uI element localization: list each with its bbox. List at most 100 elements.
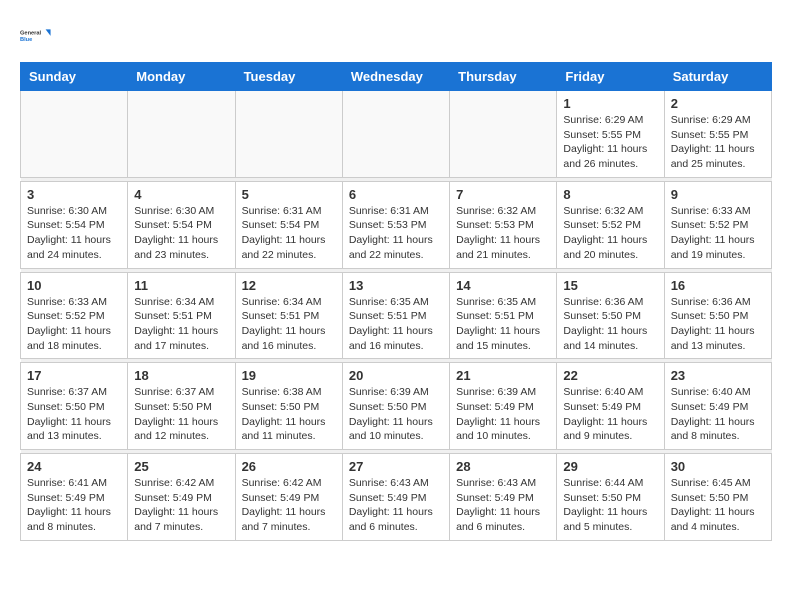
- calendar-cell: 15 Sunrise: 6:36 AM Sunset: 5:50 PM Dayli…: [557, 272, 664, 359]
- day-number: 21: [456, 368, 550, 383]
- day-info: Sunrise: 6:30 AM Sunset: 5:54 PM Dayligh…: [134, 204, 228, 263]
- day-info: Sunrise: 6:38 AM Sunset: 5:50 PM Dayligh…: [242, 385, 336, 444]
- calendar-cell: 18 Sunrise: 6:37 AM Sunset: 5:50 PM Dayli…: [128, 363, 235, 450]
- calendar-cell: 2Sunrise: 6:29 AM Sunset: 5:55 PM Daylig…: [664, 91, 771, 178]
- day-number: 14: [456, 278, 550, 293]
- calendar-cell: 23Sunrise: 6:40 AM Sunset: 5:49 PM Dayli…: [664, 363, 771, 450]
- day-number: 12: [242, 278, 336, 293]
- svg-text:General: General: [20, 30, 42, 36]
- day-info: Sunrise: 6:29 AM Sunset: 5:55 PM Dayligh…: [563, 113, 657, 172]
- day-number: 27: [349, 459, 443, 474]
- calendar-cell: 21 Sunrise: 6:39 AM Sunset: 5:49 PM Dayli…: [450, 363, 557, 450]
- calendar-week-1: 1 Sunrise: 6:29 AM Sunset: 5:55 PM Daylig…: [21, 91, 772, 178]
- weekday-header-friday: Friday: [557, 63, 664, 91]
- calendar-cell: [21, 91, 128, 178]
- calendar-cell: 4 Sunrise: 6:30 AM Sunset: 5:54 PM Daylig…: [128, 181, 235, 268]
- calendar-cell: 9 Sunrise: 6:33 AM Sunset: 5:52 PM Daylig…: [664, 181, 771, 268]
- day-number: 8: [563, 187, 657, 202]
- day-info: Sunrise: 6:32 AM Sunset: 5:52 PM Dayligh…: [563, 204, 657, 263]
- day-number: 1: [563, 96, 657, 111]
- day-info: Sunrise: 6:34 AM Sunset: 5:51 PM Dayligh…: [134, 295, 228, 354]
- day-number: 30: [671, 459, 765, 474]
- calendar-week-2: 3 Sunrise: 6:30 AM Sunset: 5:54 PM Daylig…: [21, 181, 772, 268]
- day-number: 4: [134, 187, 228, 202]
- day-number: 11: [134, 278, 228, 293]
- calendar-cell: 17 Sunrise: 6:37 AM Sunset: 5:50 PM Dayli…: [21, 363, 128, 450]
- day-number: 20: [349, 368, 443, 383]
- day-info: Sunrise: 6:36 AM Sunset: 5:50 PM Dayligh…: [671, 295, 765, 354]
- day-number: 5: [242, 187, 336, 202]
- calendar-cell: 6Sunrise: 6:31 AM Sunset: 5:53 PM Daylig…: [342, 181, 449, 268]
- day-info: Sunrise: 6:31 AM Sunset: 5:54 PM Dayligh…: [242, 204, 336, 263]
- day-number: 28: [456, 459, 550, 474]
- day-number: 19: [242, 368, 336, 383]
- calendar-cell: 10 Sunrise: 6:33 AM Sunset: 5:52 PM Dayli…: [21, 272, 128, 359]
- calendar-cell: 8 Sunrise: 6:32 AM Sunset: 5:52 PM Daylig…: [557, 181, 664, 268]
- calendar-table: SundayMondayTuesdayWednesdayThursdayFrid…: [20, 62, 772, 541]
- day-number: 25: [134, 459, 228, 474]
- day-info: Sunrise: 6:39 AM Sunset: 5:50 PM Dayligh…: [349, 385, 443, 444]
- calendar-cell: 20 Sunrise: 6:39 AM Sunset: 5:50 PM Dayli…: [342, 363, 449, 450]
- day-info: Sunrise: 6:45 AM Sunset: 5:50 PM Dayligh…: [671, 476, 765, 535]
- day-number: 7: [456, 187, 550, 202]
- day-number: 17: [27, 368, 121, 383]
- calendar-cell: 24 Sunrise: 6:41 AM Sunset: 5:49 PM Dayli…: [21, 454, 128, 541]
- day-info: Sunrise: 6:40 AM Sunset: 5:49 PM Dayligh…: [671, 385, 765, 444]
- weekday-header-thursday: Thursday: [450, 63, 557, 91]
- day-info: Sunrise: 6:32 AM Sunset: 5:53 PM Dayligh…: [456, 204, 550, 263]
- calendar-cell: 5 Sunrise: 6:31 AM Sunset: 5:54 PM Daylig…: [235, 181, 342, 268]
- day-info: Sunrise: 6:29 AM Sunset: 5:55 PM Dayligh…: [671, 113, 765, 172]
- page-header: GeneralBlue: [20, 20, 772, 52]
- day-info: Sunrise: 6:39 AM Sunset: 5:49 PM Dayligh…: [456, 385, 550, 444]
- calendar-week-4: 17 Sunrise: 6:37 AM Sunset: 5:50 PM Dayli…: [21, 363, 772, 450]
- day-number: 15: [563, 278, 657, 293]
- day-info: Sunrise: 6:33 AM Sunset: 5:52 PM Dayligh…: [27, 295, 121, 354]
- weekday-header-monday: Monday: [128, 63, 235, 91]
- calendar-cell: [235, 91, 342, 178]
- day-number: 18: [134, 368, 228, 383]
- day-info: Sunrise: 6:35 AM Sunset: 5:51 PM Dayligh…: [349, 295, 443, 354]
- calendar-cell: [128, 91, 235, 178]
- day-number: 16: [671, 278, 765, 293]
- day-number: 10: [27, 278, 121, 293]
- day-number: 26: [242, 459, 336, 474]
- svg-text:Blue: Blue: [20, 37, 32, 43]
- day-number: 9: [671, 187, 765, 202]
- weekday-header-saturday: Saturday: [664, 63, 771, 91]
- calendar-cell: 16 Sunrise: 6:36 AM Sunset: 5:50 PM Dayli…: [664, 272, 771, 359]
- day-info: Sunrise: 6:44 AM Sunset: 5:50 PM Dayligh…: [563, 476, 657, 535]
- calendar-cell: [450, 91, 557, 178]
- calendar-cell: 26 Sunrise: 6:42 AM Sunset: 5:49 PM Dayli…: [235, 454, 342, 541]
- calendar-cell: 22 Sunrise: 6:40 AM Sunset: 5:49 PM Dayli…: [557, 363, 664, 450]
- calendar-cell: 3 Sunrise: 6:30 AM Sunset: 5:54 PM Daylig…: [21, 181, 128, 268]
- day-number: 3: [27, 187, 121, 202]
- day-number: 24: [27, 459, 121, 474]
- calendar-cell: 27Sunrise: 6:43 AM Sunset: 5:49 PM Dayli…: [342, 454, 449, 541]
- calendar-cell: [342, 91, 449, 178]
- weekday-header-tuesday: Tuesday: [235, 63, 342, 91]
- calendar-cell: 28 Sunrise: 6:43 AM Sunset: 5:49 PM Dayli…: [450, 454, 557, 541]
- day-number: 29: [563, 459, 657, 474]
- day-info: Sunrise: 6:40 AM Sunset: 5:49 PM Dayligh…: [563, 385, 657, 444]
- day-info: Sunrise: 6:36 AM Sunset: 5:50 PM Dayligh…: [563, 295, 657, 354]
- day-info: Sunrise: 6:30 AM Sunset: 5:54 PM Dayligh…: [27, 204, 121, 263]
- calendar-cell: 12Sunrise: 6:34 AM Sunset: 5:51 PM Dayli…: [235, 272, 342, 359]
- day-number: 6: [349, 187, 443, 202]
- day-number: 22: [563, 368, 657, 383]
- calendar-header-row: SundayMondayTuesdayWednesdayThursdayFrid…: [21, 63, 772, 91]
- calendar-cell: 14Sunrise: 6:35 AM Sunset: 5:51 PM Dayli…: [450, 272, 557, 359]
- day-info: Sunrise: 6:37 AM Sunset: 5:50 PM Dayligh…: [27, 385, 121, 444]
- day-info: Sunrise: 6:42 AM Sunset: 5:49 PM Dayligh…: [242, 476, 336, 535]
- calendar-cell: 1 Sunrise: 6:29 AM Sunset: 5:55 PM Daylig…: [557, 91, 664, 178]
- day-info: Sunrise: 6:37 AM Sunset: 5:50 PM Dayligh…: [134, 385, 228, 444]
- weekday-header-wednesday: Wednesday: [342, 63, 449, 91]
- calendar-week-5: 24 Sunrise: 6:41 AM Sunset: 5:49 PM Dayli…: [21, 454, 772, 541]
- day-info: Sunrise: 6:42 AM Sunset: 5:49 PM Dayligh…: [134, 476, 228, 535]
- day-info: Sunrise: 6:41 AM Sunset: 5:49 PM Dayligh…: [27, 476, 121, 535]
- day-info: Sunrise: 6:33 AM Sunset: 5:52 PM Dayligh…: [671, 204, 765, 263]
- calendar-cell: 30 Sunrise: 6:45 AM Sunset: 5:50 PM Dayli…: [664, 454, 771, 541]
- logo-icon: GeneralBlue: [20, 20, 52, 52]
- day-number: 13: [349, 278, 443, 293]
- day-info: Sunrise: 6:43 AM Sunset: 5:49 PM Dayligh…: [456, 476, 550, 535]
- calendar-cell: 13 Sunrise: 6:35 AM Sunset: 5:51 PM Dayli…: [342, 272, 449, 359]
